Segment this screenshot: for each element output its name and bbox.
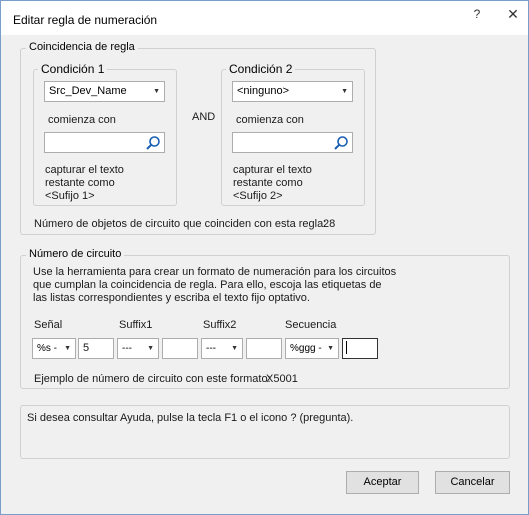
match-count-value: 28 (323, 218, 336, 230)
condition1-field-value: Src_Dev_Name (49, 85, 127, 97)
chevron-down-icon: ▼ (231, 345, 238, 352)
condition2-capture-line3: <Sufijo 2> (233, 190, 283, 202)
text-caret (346, 341, 347, 354)
sequence-dropdown-value: %ggg - (290, 343, 322, 354)
condition2-capture-line2: restante como (233, 177, 303, 189)
sequence-column-label: Secuencia (285, 319, 337, 331)
search-icon[interactable] (333, 135, 349, 151)
signal-dropdown-value: %s - (37, 343, 57, 354)
signal-column-label: Señal (34, 319, 63, 331)
circuit-number-legend: Número de circuito (26, 248, 125, 260)
help-button[interactable]: ? (467, 4, 487, 24)
condition2-capture-line1: capturar el texto (233, 164, 312, 176)
suffix1-column-label: Suffix1 (119, 319, 153, 331)
example-value: X5001 (266, 373, 298, 385)
instructions-line3: las listas correspondientes y escriba el… (33, 292, 310, 304)
dialog-window: Editar regla de numeración ? ✕ Coinciden… (0, 0, 529, 515)
sequence-dropdown[interactable]: %ggg - ▼ (285, 338, 339, 359)
title-bar: Editar regla de numeración ? ✕ (1, 1, 528, 35)
help-text: Si desea consultar Ayuda, pulse la tecla… (27, 412, 354, 424)
condition2-legend: Condición 2 (226, 62, 296, 76)
sequence-text-input[interactable] (342, 338, 378, 359)
condition2-field-value: <ninguno> (237, 85, 289, 97)
condition2-operator-label: comienza con (236, 114, 304, 126)
chevron-down-icon: ▼ (327, 345, 334, 352)
suffix1-text-input[interactable] (162, 338, 198, 359)
suffix2-dropdown-value: --- (206, 343, 216, 354)
suffix1-dropdown-value: --- (122, 343, 132, 354)
condition2-field-dropdown[interactable]: <ninguno> ▼ (232, 81, 353, 102)
suffix2-text-input[interactable] (246, 338, 282, 359)
example-label: Ejemplo de número de circuito con este f… (34, 373, 271, 385)
and-label: AND (192, 111, 216, 123)
condition1-capture-line2: restante como (45, 177, 115, 189)
condition1-capture-line1: capturar el texto (45, 164, 124, 176)
suffix2-column-label: Suffix2 (203, 319, 237, 331)
condition2-search-input[interactable] (232, 132, 353, 153)
search-icon[interactable] (145, 135, 161, 151)
condition1-operator-label: comienza con (48, 114, 116, 126)
cancel-button[interactable]: Cancelar (435, 471, 510, 494)
instructions-line2: que cumplan la coincidencia de regla. Pa… (33, 279, 382, 291)
condition1-capture-line3: <Sufijo 1> (45, 190, 95, 202)
condition1-legend: Condición 1 (38, 62, 108, 76)
rule-match-legend: Coincidencia de regla (26, 41, 138, 53)
accept-button[interactable]: Aceptar (346, 471, 419, 494)
condition1-search-input[interactable] (44, 132, 165, 153)
match-count-label: Número de objetos de circuito que coinci… (34, 218, 327, 230)
chevron-down-icon: ▼ (147, 345, 154, 352)
suffix2-dropdown[interactable]: --- ▼ (201, 338, 243, 359)
chevron-down-icon: ▼ (153, 88, 160, 95)
chevron-down-icon: ▼ (64, 345, 71, 352)
suffix1-dropdown[interactable]: --- ▼ (117, 338, 159, 359)
chevron-down-icon: ▼ (341, 88, 348, 95)
signal-text-input[interactable]: 5 (78, 338, 114, 359)
signal-dropdown[interactable]: %s - ▼ (32, 338, 76, 359)
dialog-title: Editar regla de numeración (13, 13, 158, 27)
condition1-field-dropdown[interactable]: Src_Dev_Name ▼ (44, 81, 165, 102)
instructions-line1: Use la herramienta para crear un formato… (33, 266, 397, 278)
close-button[interactable]: ✕ (503, 4, 523, 24)
